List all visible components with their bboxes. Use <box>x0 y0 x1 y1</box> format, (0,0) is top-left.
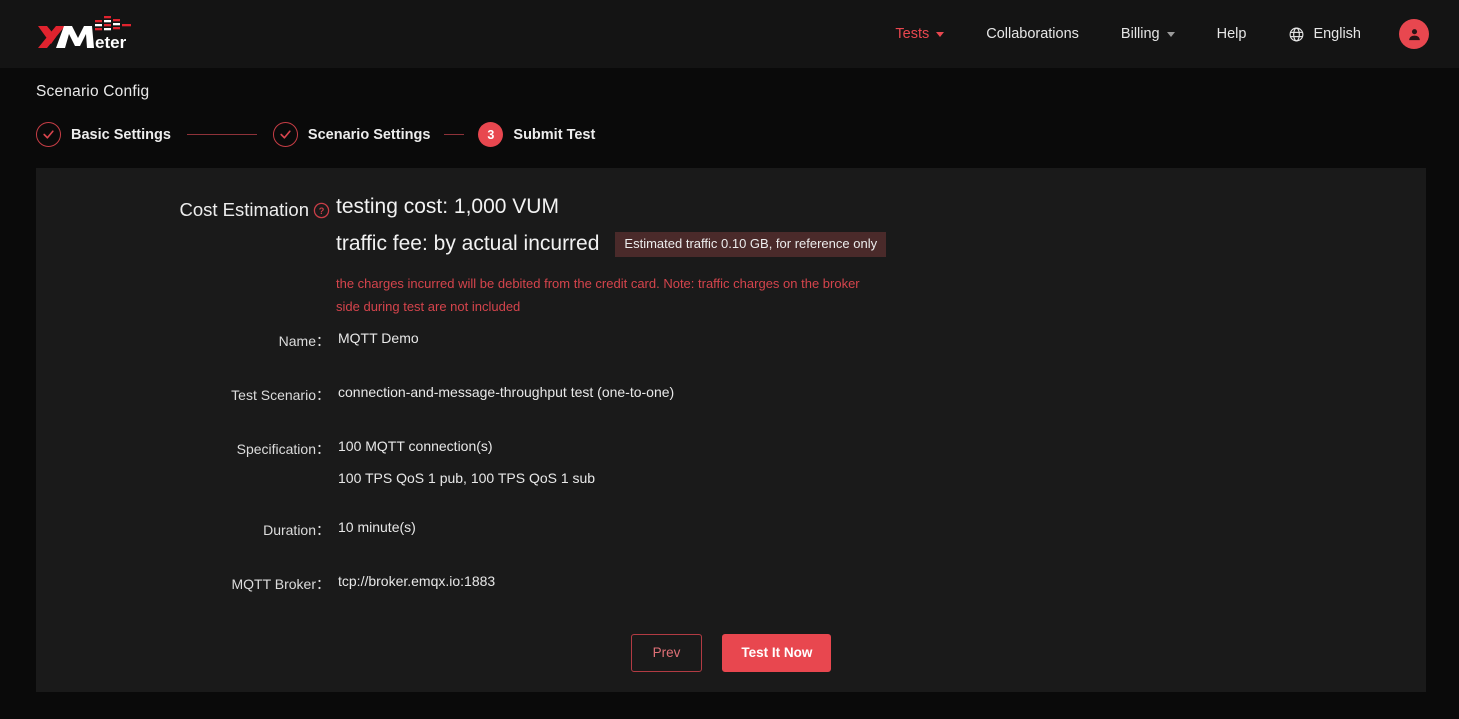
summary-value: MQTT Demo <box>338 330 419 346</box>
nav-item-label: Help <box>1216 26 1247 42</box>
summary-row-duration: Duration： 10 minute(s) <box>36 519 1426 540</box>
nav-item-tests[interactable]: Tests <box>895 26 945 42</box>
user-avatar[interactable] <box>1399 19 1429 49</box>
summary-value-line1: 100 MQTT connection(s) <box>338 438 493 454</box>
main-navigation: Tests Collaborations Billing Help Englis… <box>895 0 1459 68</box>
user-avatar-icon <box>1408 28 1420 40</box>
cost-estimation-label-text: Cost Estimation <box>179 199 309 220</box>
summary-label: Name： <box>278 333 330 349</box>
submit-test-panel: Cost Estimation ? testing cost: 1,000 VU… <box>36 168 1426 692</box>
step-label: Scenario Settings <box>307 126 431 143</box>
summary-row-test-scenario: Test Scenario： connection-and-message-th… <box>36 384 1426 405</box>
chevron-down-icon <box>1166 31 1175 37</box>
language-selector[interactable]: English <box>1288 26 1361 43</box>
step-submit-test[interactable]: 3 Submit Test <box>478 122 595 147</box>
top-header: eter Tests Collaborations Billing Help E… <box>0 0 1459 68</box>
nav-item-label: Collaborations <box>986 26 1079 42</box>
page-title: Scenario Config <box>36 83 150 100</box>
summary-value: tcp://broker.emqx.io:1883 <box>338 573 496 589</box>
svg-text:?: ? <box>319 206 325 216</box>
traffic-fee-text: traffic fee: by actual incurred <box>336 232 600 256</box>
summary-value: 10 minute(s) <box>338 519 416 535</box>
step-scenario-settings[interactable]: Scenario Settings <box>272 122 431 147</box>
globe-icon <box>1289 27 1304 41</box>
step-marker-current: 3 <box>478 122 504 147</box>
nav-item-label: Tests <box>895 26 930 42</box>
cost-note-text: the charges incurred will be debited fro… <box>336 275 860 314</box>
summary-label: MQTT Broker： <box>231 576 330 592</box>
summary-value: connection-and-message-throughput test (… <box>338 384 675 400</box>
step-marker-done <box>272 122 298 147</box>
check-icon <box>280 130 291 139</box>
nav-item-billing[interactable]: Billing <box>1121 26 1175 42</box>
question-mark-icon[interactable]: ? <box>313 202 330 219</box>
cost-estimation-values: testing cost: 1,000 VUM traffic fee: by … <box>336 192 887 318</box>
language-label: English <box>1313 26 1361 42</box>
nav-item-collaborations[interactable]: Collaborations <box>986 26 1079 42</box>
nav-item-label: Billing <box>1120 26 1160 42</box>
progress-stepper: Basic Settings Scenario Settings 3 Submi… <box>36 122 595 147</box>
summary-value: 100 MQTT connection(s) 100 TPS QoS 1 pub… <box>338 438 595 486</box>
estimated-traffic-badge: Estimated traffic 0.10 GB, for reference… <box>615 232 887 258</box>
test-it-now-button[interactable]: Test It Now <box>722 634 832 672</box>
panel-actions: Prev Test It Now <box>36 634 1426 672</box>
chevron-down-icon <box>936 31 945 37</box>
testing-cost-text: testing cost: 1,000 VUM <box>336 195 559 218</box>
summary-row-mqtt-broker: MQTT Broker： tcp://broker.emqx.io:1883 <box>36 573 1426 594</box>
step-label: Basic Settings <box>71 126 171 143</box>
summary-label: Test Scenario： <box>231 387 330 403</box>
xmeter-logo[interactable]: eter <box>36 14 146 54</box>
summary-value-line2: 100 TPS QoS 1 pub, 100 TPS QoS 1 sub <box>338 470 596 486</box>
prev-button[interactable]: Prev <box>630 634 703 672</box>
test-summary-list: Name： MQTT Demo Test Scenario： connectio… <box>36 330 1426 627</box>
step-connector <box>444 134 465 135</box>
summary-label: Specification： <box>236 441 330 457</box>
traffic-fee-row: traffic fee: by actual incurred Estimate… <box>336 229 887 259</box>
summary-row-name: Name： MQTT Demo <box>36 330 1426 351</box>
step-connector <box>186 134 257 135</box>
step-basic-settings[interactable]: Basic Settings <box>36 122 171 147</box>
nav-item-help[interactable]: Help <box>1217 26 1247 42</box>
step-label: Submit Test <box>513 126 596 143</box>
check-icon <box>43 130 54 139</box>
summary-label: Duration： <box>263 522 330 538</box>
cost-estimation-label: Cost Estimation ? <box>162 199 330 221</box>
summary-row-specification: Specification： 100 MQTT connection(s) 10… <box>36 438 1426 486</box>
step-marker-done <box>36 122 61 147</box>
svg-text:eter: eter <box>95 33 127 52</box>
